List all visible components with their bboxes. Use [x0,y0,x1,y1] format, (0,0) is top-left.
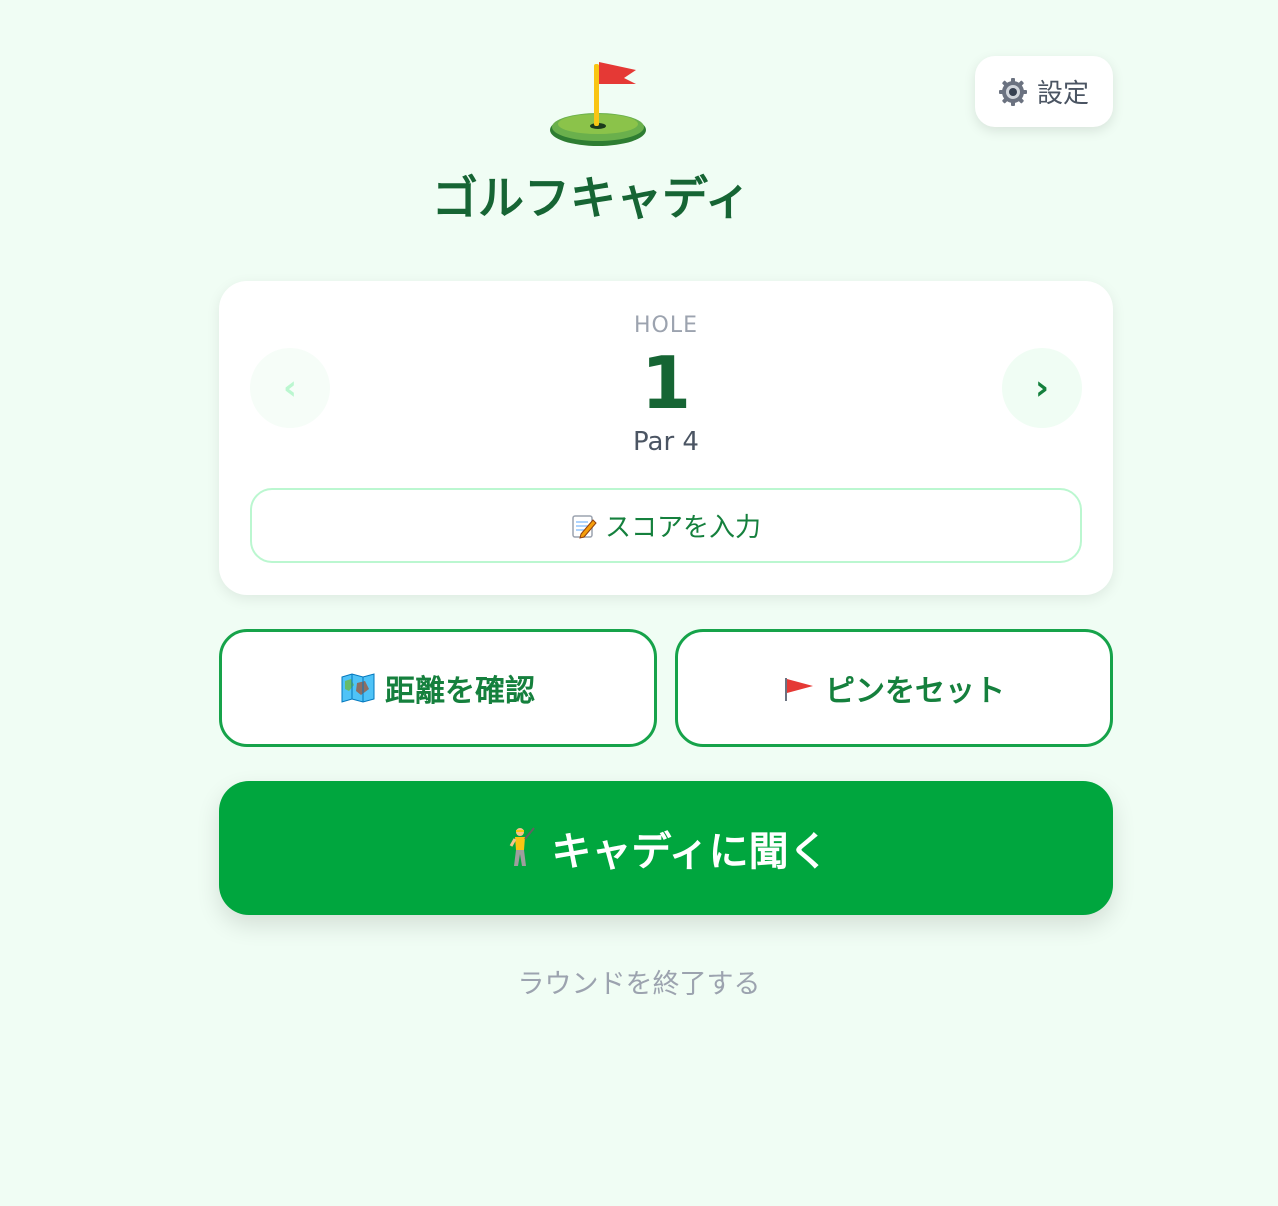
set-pin-label: ピンをセット [825,674,1005,709]
hole-number: 1 [640,341,692,425]
enter-score-label: スコアを入力 [604,513,761,543]
end-round-container: ラウンドを終了する [0,962,1278,1001]
gear-icon [998,77,1027,106]
ask-caddie-label: キャディに聞く [551,829,829,875]
check-distance-button[interactable]: 距離を確認 [219,629,657,747]
settings-button[interactable]: 設定 [975,56,1113,127]
map-icon [341,673,375,703]
set-pin-button[interactable]: ピンをセット [675,629,1113,747]
settings-label: 設定 [1036,79,1089,109]
ask-caddie-button[interactable]: キャディに聞く [219,781,1113,915]
golfer-icon [510,827,536,866]
memo-icon [572,514,597,539]
end-round-link[interactable]: ラウンドを終了する [518,969,761,1000]
app-title: ゴルフキャディ [432,171,751,225]
hole-par: Par 4 [633,427,699,457]
flag-in-hole-icon [550,62,646,146]
chevron-right-icon: › [1034,368,1049,408]
next-hole-button[interactable]: › [1002,348,1082,428]
enter-score-button[interactable]: スコアを入力 [250,488,1082,563]
check-distance-label: 距離を確認 [385,674,535,709]
hole-card: ‹ HOLE 1 Par 4 › スコアを入力 [219,281,1113,595]
red-flag-icon [785,678,813,701]
hole-label: HOLE [633,313,699,338]
